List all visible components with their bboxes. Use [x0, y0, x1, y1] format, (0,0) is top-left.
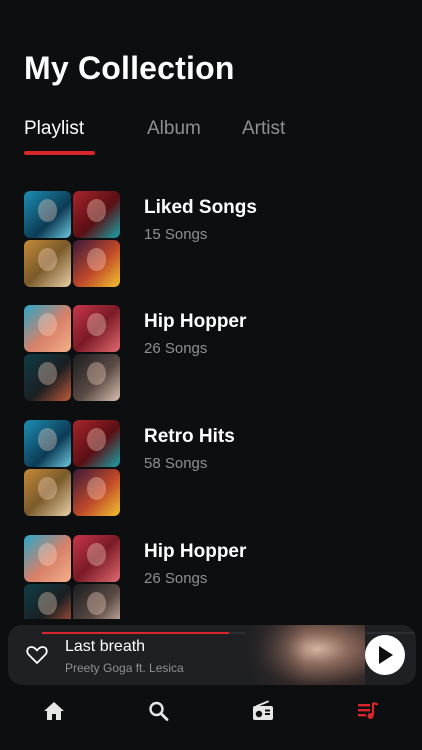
cover-thumbnail: [73, 240, 120, 287]
tab-artist[interactable]: Artist: [242, 118, 285, 140]
page-title: My Collection: [24, 50, 235, 86]
radio-icon[interactable]: [251, 700, 277, 724]
now-playing-bar[interactable]: Last breath Preety Goga ft. Lesica: [0, 619, 422, 699]
cover-thumbnail: [73, 191, 120, 238]
tab-album[interactable]: Album: [147, 118, 201, 140]
playback-progress-fill: [42, 632, 229, 634]
home-icon[interactable]: [42, 700, 68, 724]
now-playing-card[interactable]: Last breath Preety Goga ft. Lesica: [8, 625, 416, 685]
playlist-row-hip-hopper[interactable]: Hip Hopper 26 Songs: [24, 305, 404, 405]
playlist-row-retro-hits[interactable]: Retro Hits 58 Songs: [24, 420, 404, 520]
playlist-title: Liked Songs: [144, 197, 257, 218]
artwork-fade: [245, 625, 305, 685]
cover-thumbnail: [24, 305, 71, 352]
now-playing-artist: Preety Goga ft. Lesica: [65, 661, 184, 675]
system-bottom-bar: [0, 740, 422, 750]
playlist-cover-mosaic: [24, 420, 120, 516]
bottom-navigation: [0, 690, 422, 735]
playlist-cover-mosaic: [24, 535, 120, 631]
playlist-row-liked-songs[interactable]: Liked Songs 15 Songs: [24, 191, 404, 291]
playlist-song-count: 26 Songs: [144, 340, 208, 357]
active-tab-indicator: [24, 151, 95, 155]
cover-thumbnail: [24, 420, 71, 467]
collection-screen: My Collection Playlist Album Artist Like…: [0, 0, 422, 750]
play-button[interactable]: [365, 635, 405, 675]
search-icon[interactable]: [147, 700, 173, 724]
cover-thumbnail: [24, 469, 71, 516]
playlist-title: Hip Hopper: [144, 311, 247, 332]
cover-thumbnail: [73, 420, 120, 467]
cover-thumbnail: [24, 535, 71, 582]
cover-thumbnail: [24, 191, 71, 238]
collection-tabs: Playlist Album Artist: [24, 118, 404, 158]
cover-thumbnail: [73, 469, 120, 516]
playlist-song-count: 58 Songs: [144, 455, 208, 472]
cover-thumbnail: [24, 354, 71, 401]
cover-thumbnail: [73, 354, 120, 401]
playlist-icon[interactable]: [356, 700, 382, 724]
playlist-cover-mosaic: [24, 305, 120, 401]
play-icon: [379, 646, 393, 664]
playlist-title: Hip Hopper: [144, 541, 247, 562]
cover-thumbnail: [73, 535, 120, 582]
cover-thumbnail: [24, 240, 71, 287]
now-playing-title: Last breath: [65, 638, 146, 655]
playlist-cover-mosaic: [24, 191, 120, 287]
tab-playlist[interactable]: Playlist: [24, 118, 84, 140]
playlist-title: Retro Hits: [144, 426, 235, 447]
cover-thumbnail: [73, 305, 120, 352]
playlist-song-count: 26 Songs: [144, 570, 208, 587]
heart-icon[interactable]: [26, 645, 48, 665]
playlist-song-count: 15 Songs: [144, 226, 208, 243]
